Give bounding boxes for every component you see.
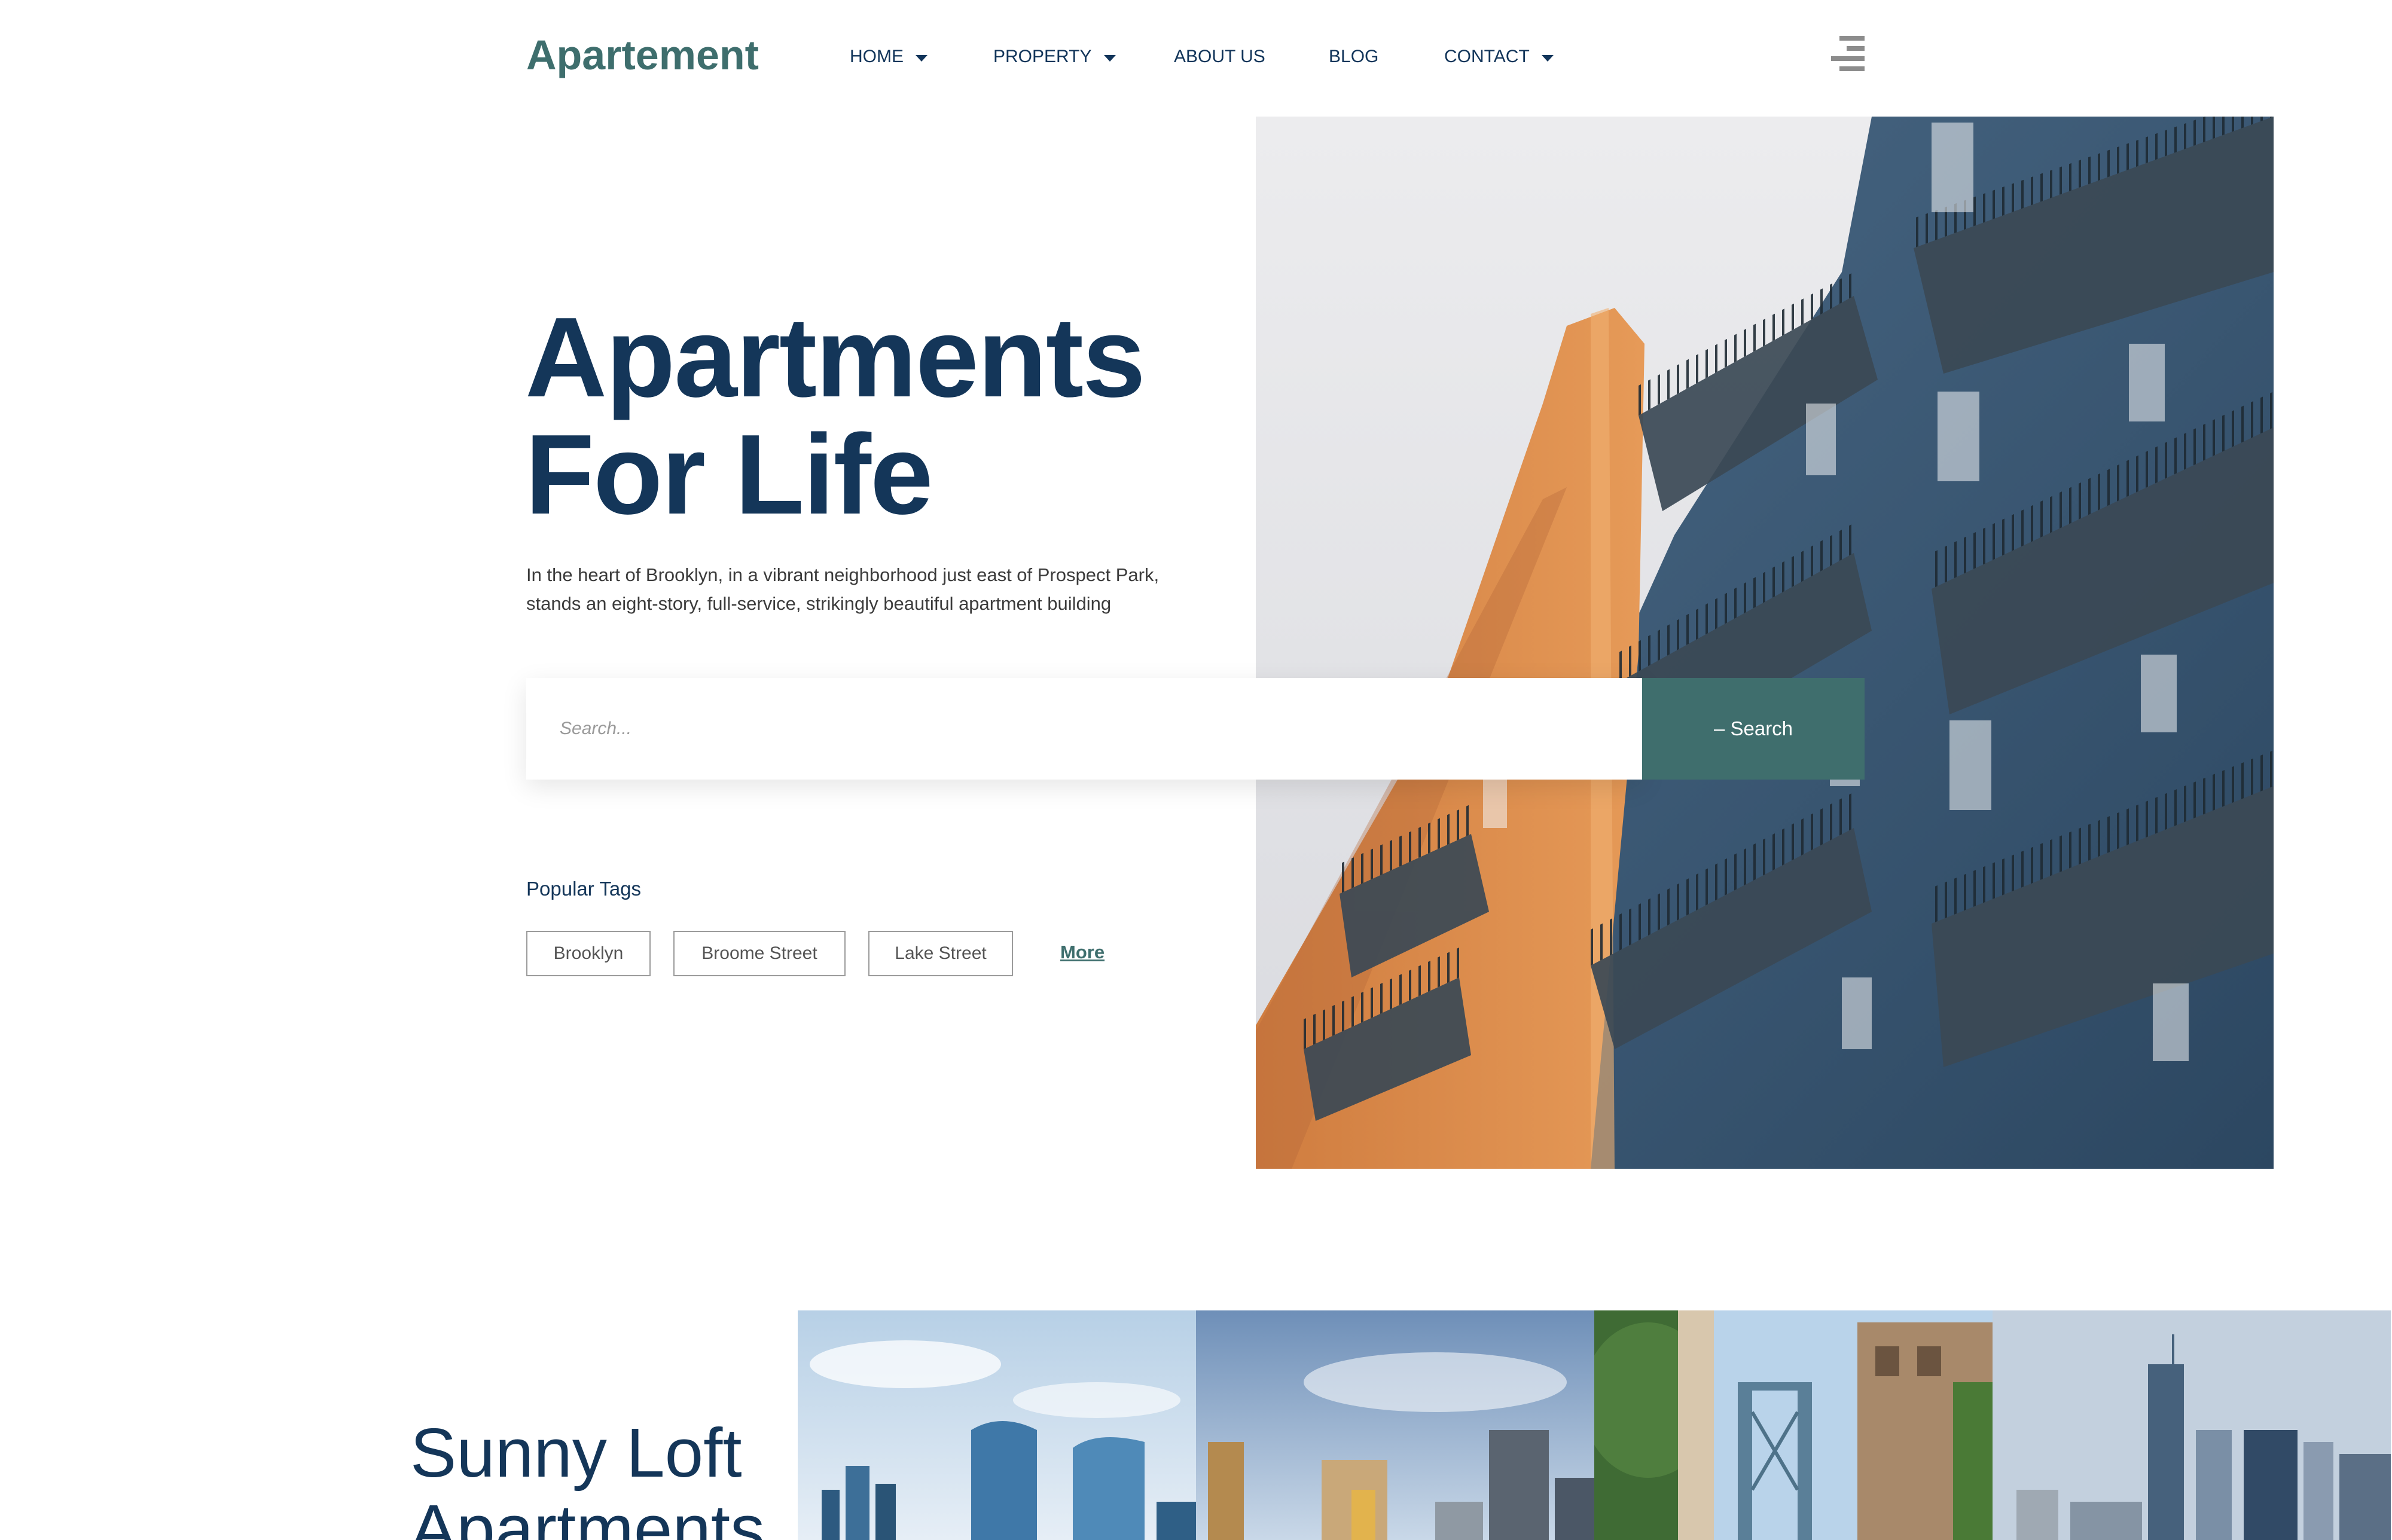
bridge-photo bbox=[1594, 1310, 1993, 1540]
tag-broome-street[interactable]: Broome Street bbox=[673, 931, 846, 976]
nav-item-contact[interactable]: CONTACT bbox=[1444, 47, 1554, 67]
search-input[interactable] bbox=[526, 678, 1642, 780]
tag-brooklyn[interactable]: Brooklyn bbox=[526, 931, 651, 976]
popular-tags-heading: Popular Tags bbox=[526, 878, 642, 900]
apartment-building-photo bbox=[1256, 117, 2274, 1169]
site-logo[interactable]: Apartement bbox=[526, 31, 759, 79]
hero-title: Apartments For Life bbox=[525, 299, 1146, 533]
hero-title-line-2: For Life bbox=[525, 411, 933, 538]
nav-item-about-us[interactable]: ABOUT US bbox=[1174, 47, 1265, 67]
nav-item-label: BLOG bbox=[1329, 47, 1379, 66]
city-skyline-photo-1 bbox=[798, 1310, 1196, 1540]
more-tags-link[interactable]: More bbox=[1060, 942, 1105, 963]
hero-title-line-1: Apartments bbox=[525, 294, 1146, 421]
city-skyline-photo-2 bbox=[1196, 1310, 1594, 1540]
hamburger-menu-icon[interactable] bbox=[1831, 36, 1865, 72]
tag-lake-street[interactable]: Lake Street bbox=[868, 931, 1013, 976]
caret-down-icon bbox=[1103, 54, 1116, 62]
nav-item-label: CONTACT bbox=[1444, 47, 1530, 66]
nav-item-home[interactable]: HOME bbox=[850, 47, 927, 67]
page: Apartement HOME PROPERTY ABOUT US BLOG C… bbox=[0, 0, 2392, 1540]
nav-item-blog[interactable]: BLOG bbox=[1329, 47, 1378, 67]
caret-down-icon bbox=[916, 54, 927, 62]
city-skyline-photo-3 bbox=[1993, 1310, 2391, 1540]
hero-description: In the heart of Brooklyn, in a vibrant n… bbox=[526, 564, 1160, 614]
nav-item-label: PROPERTY bbox=[993, 47, 1092, 66]
caret-down-icon bbox=[1541, 54, 1554, 62]
nav-item-property[interactable]: PROPERTY bbox=[993, 47, 1116, 67]
search-bar: – Search bbox=[526, 678, 1865, 780]
nav-item-label: HOME bbox=[850, 47, 904, 66]
nav-item-label: ABOUT US bbox=[1174, 47, 1265, 66]
section-title: Sunny Loft Apartments bbox=[410, 1414, 765, 1540]
search-button[interactable]: – Search bbox=[1642, 678, 1865, 780]
